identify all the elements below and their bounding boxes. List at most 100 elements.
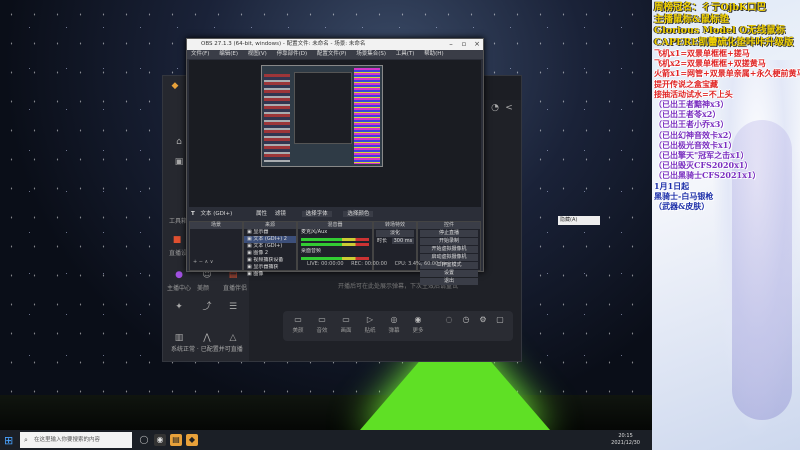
host-side-label: 直播伴侣 xyxy=(223,285,248,292)
taskbar-search[interactable]: ⌕ 在这里输入你要搜索的内容 xyxy=(20,432,132,448)
select-font-button[interactable]: 选择字体 xyxy=(301,211,332,217)
overlay-line: 提开传说之盒宝藏 xyxy=(654,78,718,89)
tool-screen[interactable]: ▭ 画面 xyxy=(335,315,357,334)
obs-preview[interactable] xyxy=(189,60,481,207)
menu-file[interactable]: 文件(F) xyxy=(191,51,209,57)
tool-box-icon[interactable]: ▢ xyxy=(489,315,511,324)
source-item[interactable]: ▣ 图像 xyxy=(244,271,296,278)
obs-titlebar: OBS 27.1.3 (64-bit, windows) - 配置文件: 未命名… xyxy=(187,39,483,50)
source-item[interactable]: ▣ 文本 (GDI+) 2 xyxy=(244,236,296,243)
source-name: 文本 (GDI+) 2 xyxy=(253,236,287,242)
host-settings-icon[interactable]: ☰ xyxy=(227,301,239,313)
explorer-taskbar-icon[interactable]: ▤ xyxy=(170,434,182,446)
tool-label: 画面 xyxy=(340,328,352,334)
duration-input[interactable]: 300 ms xyxy=(391,238,415,244)
overlay-line: CAPERE凯蕾硫化垫咔咔升级版 xyxy=(654,36,794,48)
overlay-line: （已出极光音效卡x1） xyxy=(654,139,737,150)
tool-label: 更多 xyxy=(412,328,424,334)
host-center-icon[interactable]: ● xyxy=(173,269,185,281)
source-name: 显示器 xyxy=(253,229,269,235)
overlay-line: Glorious Model O无线鼠标 xyxy=(654,25,786,36)
source-item[interactable]: ▣ 显示器 xyxy=(244,229,296,236)
source-item[interactable]: ▣ 视频捕获设备 xyxy=(244,257,296,264)
desktop: ◆ ⌂ ▣ 工具箱 ■ 直播设置 ● 主播中心 ☺ 美颜 ▤ 直播伴侣 ✦ ⤴ … xyxy=(0,0,652,430)
preview-overlay-left xyxy=(264,74,290,162)
control-button[interactable]: 设置 xyxy=(420,270,478,277)
search-placeholder: 在这里输入你要搜索的内容 xyxy=(34,437,101,443)
control-button[interactable]: 开始虚拟摄像机 xyxy=(420,246,478,253)
tool-sound[interactable]: ▭ 音效 xyxy=(311,315,333,334)
host-pk-icon[interactable]: ▥ xyxy=(173,332,185,344)
control-button[interactable]: 启动虚拟摄像机 xyxy=(420,254,478,261)
host-side-label: 工具箱 xyxy=(169,218,188,225)
overlay-line: 黑骑士-白马银枪 xyxy=(654,190,714,201)
menu-edit[interactable]: 编辑(E) xyxy=(219,51,238,57)
minimize-button[interactable]: – xyxy=(445,39,457,50)
share-icon[interactable]: < xyxy=(503,102,515,114)
host-nav-home-icon[interactable]: ⌂ xyxy=(173,136,185,148)
obs-taskbar-icon[interactable]: ◉ xyxy=(154,434,166,446)
cpu-status: CPU: 3.4%, 60.00 fps xyxy=(394,261,448,267)
preview-canvas[interactable] xyxy=(261,65,383,167)
menu-profile[interactable]: 配置文件(P) xyxy=(317,51,347,57)
mixer-channel-name: 桌面音频 xyxy=(301,248,322,254)
host-toolbar: ▭ 美颜 ▭ 音效 ▭ 画面 ▷ 贴纸 ◎ 弹幕 ◉ 更多 ◌ ◷ ⚙ ▢ xyxy=(283,311,513,341)
control-button[interactable]: 退出 xyxy=(420,278,478,285)
host-gift-icon[interactable]: ■ xyxy=(171,234,183,246)
host-app-taskbar-icon[interactable]: ◆ xyxy=(186,434,198,446)
host-nav-video-icon[interactable]: ▣ xyxy=(173,156,185,168)
tool-danmu[interactable]: ◎ 弹幕 xyxy=(383,315,405,334)
control-button[interactable]: 开始录制 xyxy=(420,238,478,245)
tool-label: 音效 xyxy=(316,328,328,334)
sources-panel: 来源 ▣ 显示器 ▣ 文本 (GDI+) 2 ▣ 文本 (GDI+) ▣ 图像 2 ▣ … xyxy=(243,221,297,277)
taskbar-clock[interactable]: 20:15 2021/12/30 xyxy=(611,433,640,447)
duration-row: 时长 300 ms xyxy=(374,238,416,245)
obs-statusbar: LIVE: 00:00:00 REC: 00:00:00 CPU: 3.4%, … xyxy=(307,261,447,267)
bell-icon[interactable]: ◔ xyxy=(489,102,501,114)
task-view-icon[interactable]: ◯ xyxy=(138,434,150,446)
host-connect-icon[interactable]: ⋀ xyxy=(201,332,213,344)
host-logo-icon: ◆ xyxy=(171,81,179,91)
controls-header: 控件 xyxy=(418,222,480,229)
properties-button[interactable]: 属性 xyxy=(256,211,267,217)
taskbar: ⊞ ⌕ 在这里输入你要搜索的内容 ◯ ◉ ▤ ◆ 20:15 2021/12/3… xyxy=(0,430,652,450)
host-side-label: 主播中心 xyxy=(167,285,192,292)
host-side-label: 美颜 xyxy=(197,285,210,292)
host-fans-icon[interactable]: ✦ xyxy=(173,301,185,313)
source-toolbar: T 文本 (GDI+) 属性 滤镜 选择字体 选择颜色 xyxy=(189,209,481,219)
ground xyxy=(0,395,652,430)
select-color-button[interactable]: 选择颜色 xyxy=(343,211,374,217)
volume-meter xyxy=(301,238,369,241)
menu-tools[interactable]: 工具(T) xyxy=(396,51,415,57)
mixer-header: 混音器 xyxy=(298,222,372,229)
source-item[interactable]: ▣ 图像 2 xyxy=(244,250,296,257)
scenes-controls[interactable]: + − ∧ ∨ xyxy=(190,259,242,266)
transitions-header: 转场特效 xyxy=(374,222,416,229)
menu-help[interactable]: 帮助(H) xyxy=(424,51,443,57)
host-share-icon[interactable]: ⤴ xyxy=(201,301,213,313)
close-button[interactable]: × xyxy=(471,39,483,50)
tool-more[interactable]: ◉ 更多 xyxy=(407,315,429,334)
menu-docks[interactable]: 停靠部件(D) xyxy=(277,51,308,57)
windows-start-icon[interactable]: ⊞ xyxy=(4,434,13,447)
menu-scene-collection[interactable]: 场景集合(S) xyxy=(356,51,386,57)
tool-sticker[interactable]: ▷ 贴纸 xyxy=(359,315,381,334)
popup-menu-item[interactable]: 隐藏(A) xyxy=(558,216,600,225)
host-more-icon[interactable]: △ xyxy=(227,332,239,344)
tool-label: 美颜 xyxy=(292,328,304,334)
volume-slider[interactable] xyxy=(301,243,369,246)
maximize-button[interactable]: ▫ xyxy=(458,39,470,50)
tool-beauty[interactable]: ▭ 美颜 xyxy=(287,315,309,334)
obs-menubar: 文件(F) 编辑(E) 视图(V) 停靠部件(D) 配置文件(P) 场景集合(S… xyxy=(187,50,483,59)
transition-select[interactable]: 淡化 xyxy=(376,230,414,237)
menu-view[interactable]: 视图(V) xyxy=(248,51,267,57)
overlay-line: （已出擎天"冠军之击x1） xyxy=(654,150,749,161)
overlay-line: （已出黑骑士CFS2021x1） xyxy=(654,170,761,181)
filters-button[interactable]: 滤镜 xyxy=(275,211,286,217)
text-source-icon: T xyxy=(191,211,195,217)
source-item[interactable]: ▣ 显示器捕获 xyxy=(244,264,296,271)
overlay-line: （武器&皮肤） xyxy=(654,201,710,212)
source-item[interactable]: ▣ 文本 (GDI+) xyxy=(244,243,296,250)
control-button[interactable]: 停止直播 xyxy=(420,230,478,237)
preview-overlay-right xyxy=(354,68,380,164)
